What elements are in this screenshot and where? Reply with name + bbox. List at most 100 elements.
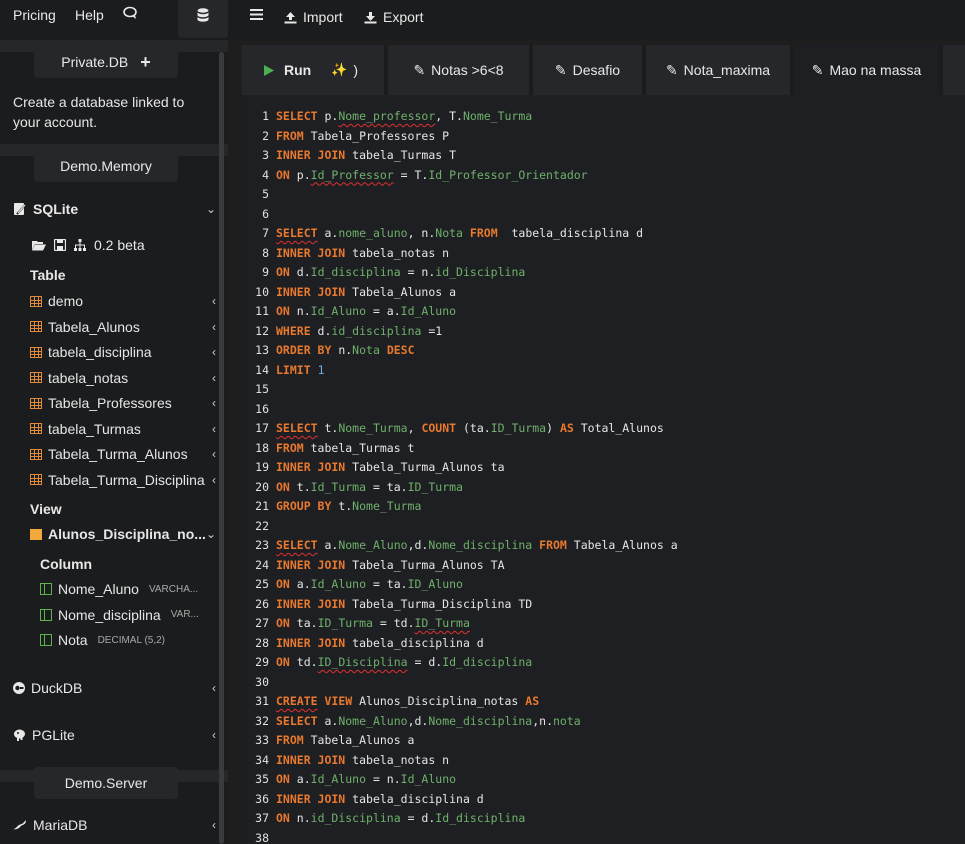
table-item[interactable]: tabela_Turmas — [30, 421, 141, 437]
tab-overflow[interactable] — [943, 45, 965, 95]
chevron-left-icon[interactable]: ‹ — [212, 320, 216, 334]
code-line: 2 FROM Tabela_Professores P — [242, 127, 449, 146]
code-line: 1 SELECT p.Nome_professor, T.Nome_Turma — [242, 107, 532, 126]
code-token: ID_Disciplina — [317, 655, 408, 669]
line-number: 29 — [255, 655, 269, 669]
sidebar: Private.DB + Create a database linked to… — [0, 40, 228, 844]
code-line: 18 FROM tabela_Turmas t — [242, 439, 414, 458]
import-button[interactable]: Import — [284, 9, 343, 25]
code-token: CREATE — [276, 694, 318, 708]
code-token: GROUP BY — [276, 499, 332, 513]
code-token: Id_disciplina — [442, 655, 533, 669]
code-token: ON — [276, 616, 290, 630]
export-button[interactable]: Export — [364, 9, 423, 25]
code-line: 31 CREATE VIEW Alunos_Disciplina_notas AS — [242, 692, 539, 711]
chevron-left-icon[interactable]: ‹ — [212, 728, 216, 742]
tab-label: Mao na massa — [829, 62, 922, 78]
sidebar-scrollbar[interactable] — [219, 52, 224, 844]
tab-desafio[interactable]: ✎ Desafio — [533, 45, 642, 95]
plus-icon[interactable]: + — [140, 53, 151, 71]
code-token: tabela_notas n — [345, 245, 450, 260]
database-button[interactable] — [178, 0, 228, 38]
table-icon — [30, 397, 42, 409]
table-item[interactable]: tabela_notas — [30, 370, 128, 386]
code-token: Total_Alunos — [573, 421, 664, 435]
help-link[interactable]: Help — [75, 7, 104, 23]
chevron-left-icon[interactable]: ‹ — [212, 345, 216, 359]
line-number: 30 — [255, 674, 269, 689]
pglite-engine[interactable]: PGLite — [13, 727, 75, 743]
code-token: = T. — [393, 167, 429, 182]
sitemap-icon[interactable] — [74, 239, 86, 251]
code-token: Id_Professor — [310, 167, 394, 182]
table-item-label: tabela_Turmas — [48, 420, 141, 437]
chevron-left-icon[interactable]: ‹ — [212, 422, 216, 436]
save-icon[interactable] — [54, 239, 66, 251]
column-item[interactable]: Nome_Aluno VARCHA... — [40, 581, 198, 597]
chevron-left-icon[interactable]: ‹ — [212, 818, 216, 832]
chevron-left-icon[interactable]: ‹ — [212, 473, 216, 487]
code-token: Nome_Turma — [338, 421, 408, 435]
tab-label: Desafio — [572, 62, 621, 78]
chevron-left-icon[interactable]: ‹ — [212, 447, 216, 461]
line-number: 28 — [255, 635, 269, 650]
code-token: Tabela_Turma_Alunos TA — [345, 557, 505, 572]
demo-server-tab[interactable]: Demo.Server — [34, 767, 178, 799]
chevron-down-icon[interactable]: ⌄ — [206, 202, 216, 216]
column-item[interactable]: Nota DECIMAL (5,2) — [40, 632, 165, 648]
menu-icon[interactable] — [250, 9, 263, 20]
tab-mao-na-massa[interactable]: ✎ Mao na massa — [794, 45, 939, 95]
line-number: 11 — [255, 304, 269, 318]
sqlite-engine[interactable]: SQLite — [13, 201, 78, 217]
code-token: Nome_Turma — [352, 499, 422, 513]
chevron-left-icon[interactable]: ‹ — [212, 294, 216, 308]
code-token: ON — [276, 577, 290, 591]
code-token: Id_disciplina — [435, 811, 526, 825]
code-line: 11 ON n.Id_Aluno = a.Id_Aluno — [242, 302, 456, 321]
chevron-left-icon[interactable]: ‹ — [212, 396, 216, 410]
table-icon — [30, 346, 42, 358]
table-item[interactable]: tabela_disciplina — [30, 344, 152, 360]
line-number: 4 — [262, 167, 269, 182]
code-line: 6 — [242, 205, 276, 224]
code-token: ,d. — [407, 713, 429, 728]
table-item[interactable]: Tabela_Turma_Disciplina — [30, 472, 205, 488]
column-icon — [40, 634, 52, 646]
column-item[interactable]: Nome_disciplina VAR... — [40, 607, 199, 623]
chat-icon[interactable] — [123, 6, 139, 23]
code-line: 10 INNER JOIN Tabela_Alunos a — [242, 283, 456, 302]
sqlite-label: SQLite — [33, 201, 79, 217]
table-item[interactable]: Tabela_Alunos — [30, 319, 140, 335]
code-line: 36 INNER JOIN tabela_disciplina d — [242, 790, 484, 809]
run-tab[interactable]: Run ✨ ) — [242, 45, 384, 95]
folder-open-icon[interactable] — [32, 239, 46, 251]
table-item[interactable]: Tabela_Professores — [30, 395, 172, 411]
line-number: 23 — [255, 538, 269, 552]
line-number: 25 — [255, 577, 269, 591]
tab-notas[interactable]: ✎ Notas >6<8 — [388, 45, 529, 95]
code-line: 29 ON td.ID_Disciplina = d.Id_disciplina — [242, 653, 532, 672]
demo-memory-label: Demo.Memory — [60, 158, 152, 174]
table-item-label: Tabela_Turma_Alunos — [48, 446, 188, 462]
sql-editor[interactable]: 1 SELECT p.Nome_professor, T.Nome_Turma 2 F… — [242, 95, 965, 844]
code-token: Nota — [352, 343, 380, 357]
chevron-left-icon[interactable]: ‹ — [212, 681, 216, 695]
code-token: = ta. — [366, 479, 408, 494]
version-label: 0.2 beta — [94, 237, 145, 253]
magic-icon[interactable]: ✨ — [331, 62, 347, 78]
duckdb-engine[interactable]: DuckDB — [13, 680, 82, 696]
mariadb-engine[interactable]: MariaDB — [13, 817, 87, 833]
tab-nota-maxima[interactable]: ✎ Nota_maxima — [646, 45, 790, 95]
view-item[interactable]: Alunos_Disciplina_no... — [30, 526, 206, 542]
table-item[interactable]: demo — [30, 293, 83, 309]
pricing-link[interactable]: Pricing — [13, 7, 56, 23]
code-token: Tabela_Alunos a — [303, 733, 415, 747]
chevron-down-icon[interactable]: ⌄ — [206, 527, 216, 541]
chevron-left-icon[interactable]: ‹ — [212, 371, 216, 385]
line-number: 19 — [255, 460, 269, 474]
table-item[interactable]: Tabela_Turma_Alunos — [30, 446, 188, 462]
private-db-tab[interactable]: Private.DB + — [34, 46, 178, 78]
demo-memory-tab[interactable]: Demo.Memory — [34, 150, 178, 182]
code-line: 16 — [242, 400, 276, 419]
code-token: tabela_Turmas t — [303, 440, 415, 455]
